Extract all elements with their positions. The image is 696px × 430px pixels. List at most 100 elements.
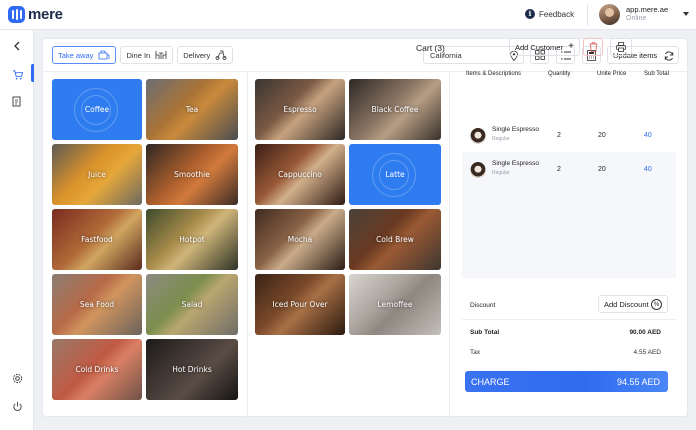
sidebar <box>0 30 34 430</box>
item-subtotal: 40 <box>644 132 652 139</box>
cart-item-row[interactable]: Single Espresso Regular 2 20 40 <box>462 118 676 155</box>
category-label: Smoothie <box>174 170 210 179</box>
back-button[interactable] <box>9 38 25 54</box>
add-discount-label: Add Discount <box>604 300 649 309</box>
item-name: Single Espresso <box>492 160 539 167</box>
category-label: Hotpot <box>179 235 205 244</box>
item-name: Single Espresso <box>492 126 539 133</box>
product-label: Iced Pour Over <box>272 300 328 309</box>
cart-title: Cart (3) <box>416 43 445 53</box>
category-label: Cold Drinks <box>75 365 119 374</box>
item-quantity[interactable]: 2 <box>557 132 561 139</box>
product-tile-cappuccino[interactable]: Cappuccino <box>255 144 345 205</box>
charge-label: CHARGE <box>471 376 510 387</box>
printer-icon <box>616 42 626 52</box>
category-tile-juice[interactable]: Juice <box>52 144 142 205</box>
discount-label: Discount <box>470 302 496 309</box>
refresh-icon <box>664 51 674 61</box>
tax-label: Tax <box>470 349 481 356</box>
order-type-take-away[interactable]: Take away <box>52 46 117 64</box>
product-tile-iced-pour-over[interactable]: Iced Pour Over <box>255 274 345 335</box>
category-label: Juice <box>88 170 106 179</box>
order-type-label: Dine In <box>126 50 151 60</box>
order-type-label: Delivery <box>183 50 211 60</box>
item-unit-price: 20 <box>598 132 606 139</box>
category-tile-hotpot[interactable]: Hotpot <box>146 209 238 270</box>
chevron-down-icon[interactable] <box>683 12 689 16</box>
feedback-button[interactable]: i Feedback <box>525 9 574 19</box>
percent-icon: % <box>651 299 662 310</box>
order-type-dine-in[interactable]: Dine In <box>120 46 174 64</box>
takeaway-icon <box>99 50 110 60</box>
product-label: Mocha <box>287 235 313 244</box>
power-icon <box>12 401 22 411</box>
print-button[interactable] <box>610 38 632 56</box>
gear-icon <box>12 373 22 383</box>
sidebar-item-cart[interactable] <box>9 66 25 82</box>
chevron-left-icon <box>14 41 20 51</box>
subtotal-value: 90.00 AED <box>629 329 661 336</box>
category-tile-tea[interactable]: Tea <box>146 79 238 140</box>
category-tile-coffee[interactable]: Coffee <box>52 79 142 140</box>
product-tile-latte[interactable]: Latte <box>349 144 441 205</box>
category-grid: Coffee Tea Juice Smoothie Fastfood Hotpo… <box>52 79 238 400</box>
category-tile-smoothie[interactable]: Smoothie <box>146 144 238 205</box>
item-size: Regular <box>492 170 510 176</box>
cart-column-subtotal: Sub Total <box>644 71 669 77</box>
avatar[interactable] <box>599 4 620 25</box>
product-label: Espresso <box>283 105 317 114</box>
divider <box>449 72 450 418</box>
sidebar-item-logout[interactable] <box>9 398 25 414</box>
item-thumbnail <box>470 162 486 178</box>
user-status: Online <box>626 15 647 22</box>
product-label: Cold Brew <box>376 235 414 244</box>
category-tile-cold-drinks[interactable]: Cold Drinks <box>52 339 142 400</box>
feedback-label: Feedback <box>539 9 575 19</box>
charge-amount: 94.55 AED <box>616 376 660 387</box>
add-discount-button[interactable]: Add Discount % <box>598 295 668 313</box>
add-customer-button[interactable]: Add Customer + <box>509 38 580 56</box>
app-logo[interactable]: mere <box>8 6 63 23</box>
product-tile-espresso[interactable]: Espresso <box>255 79 345 140</box>
item-quantity[interactable]: 2 <box>557 166 561 173</box>
subtotal-label: Sub Total <box>470 329 500 336</box>
trash-icon <box>589 42 597 52</box>
order-type-delivery[interactable]: Delivery <box>177 46 234 64</box>
product-tile-black-coffee[interactable]: Black Coffee <box>349 79 441 140</box>
logo-mark-icon <box>8 6 25 23</box>
cart-item-row[interactable]: Single Espresso Regular 2 20 40 <box>462 152 676 189</box>
product-tile-lemoffee[interactable]: Lemoffee <box>349 274 441 335</box>
divider <box>247 72 248 418</box>
category-label: Salad <box>181 300 203 309</box>
order-type-selector: Take away Dine In Delivery <box>52 46 234 64</box>
sidebar-item-settings[interactable] <box>9 370 25 386</box>
app-name: mere <box>28 6 63 23</box>
dine-in-icon <box>155 51 167 59</box>
add-customer-label: Add Customer <box>515 43 563 52</box>
product-label: Lemoffee <box>377 300 413 309</box>
top-bar: mere i Feedback app.mere.ae Online <box>0 0 696 30</box>
category-tile-salad[interactable]: Salad <box>146 274 238 335</box>
divider <box>43 71 689 72</box>
cart-icon <box>12 69 23 79</box>
item-size: Regular <box>492 136 510 142</box>
product-tile-mocha[interactable]: Mocha <box>255 209 345 270</box>
category-tile-hot-drinks[interactable]: Hot Drinks <box>146 339 238 400</box>
product-label: Black Coffee <box>371 105 419 114</box>
category-tile-fastfood[interactable]: Fastfood <box>52 209 142 270</box>
cart-items-table: Single Espresso Regular 2 20 40 Single E… <box>462 118 676 278</box>
divider <box>462 319 676 320</box>
cart-column-quantity: Quantity <box>548 71 571 77</box>
order-type-label: Take away <box>58 50 94 60</box>
sidebar-item-orders[interactable] <box>9 93 25 109</box>
product-label: Cappuccino <box>278 170 322 179</box>
plus-icon: + <box>568 41 574 52</box>
product-tile-cold-brew[interactable]: Cold Brew <box>349 209 441 270</box>
category-label: Coffee <box>84 105 110 114</box>
category-label: Fastfood <box>81 235 113 244</box>
category-tile-sea-food[interactable]: Sea Food <box>52 274 142 335</box>
clear-cart-button[interactable] <box>583 38 603 56</box>
charge-button[interactable]: CHARGE 94.55 AED <box>465 371 668 392</box>
category-label: Sea Food <box>79 300 115 309</box>
item-thumbnail <box>470 128 486 144</box>
